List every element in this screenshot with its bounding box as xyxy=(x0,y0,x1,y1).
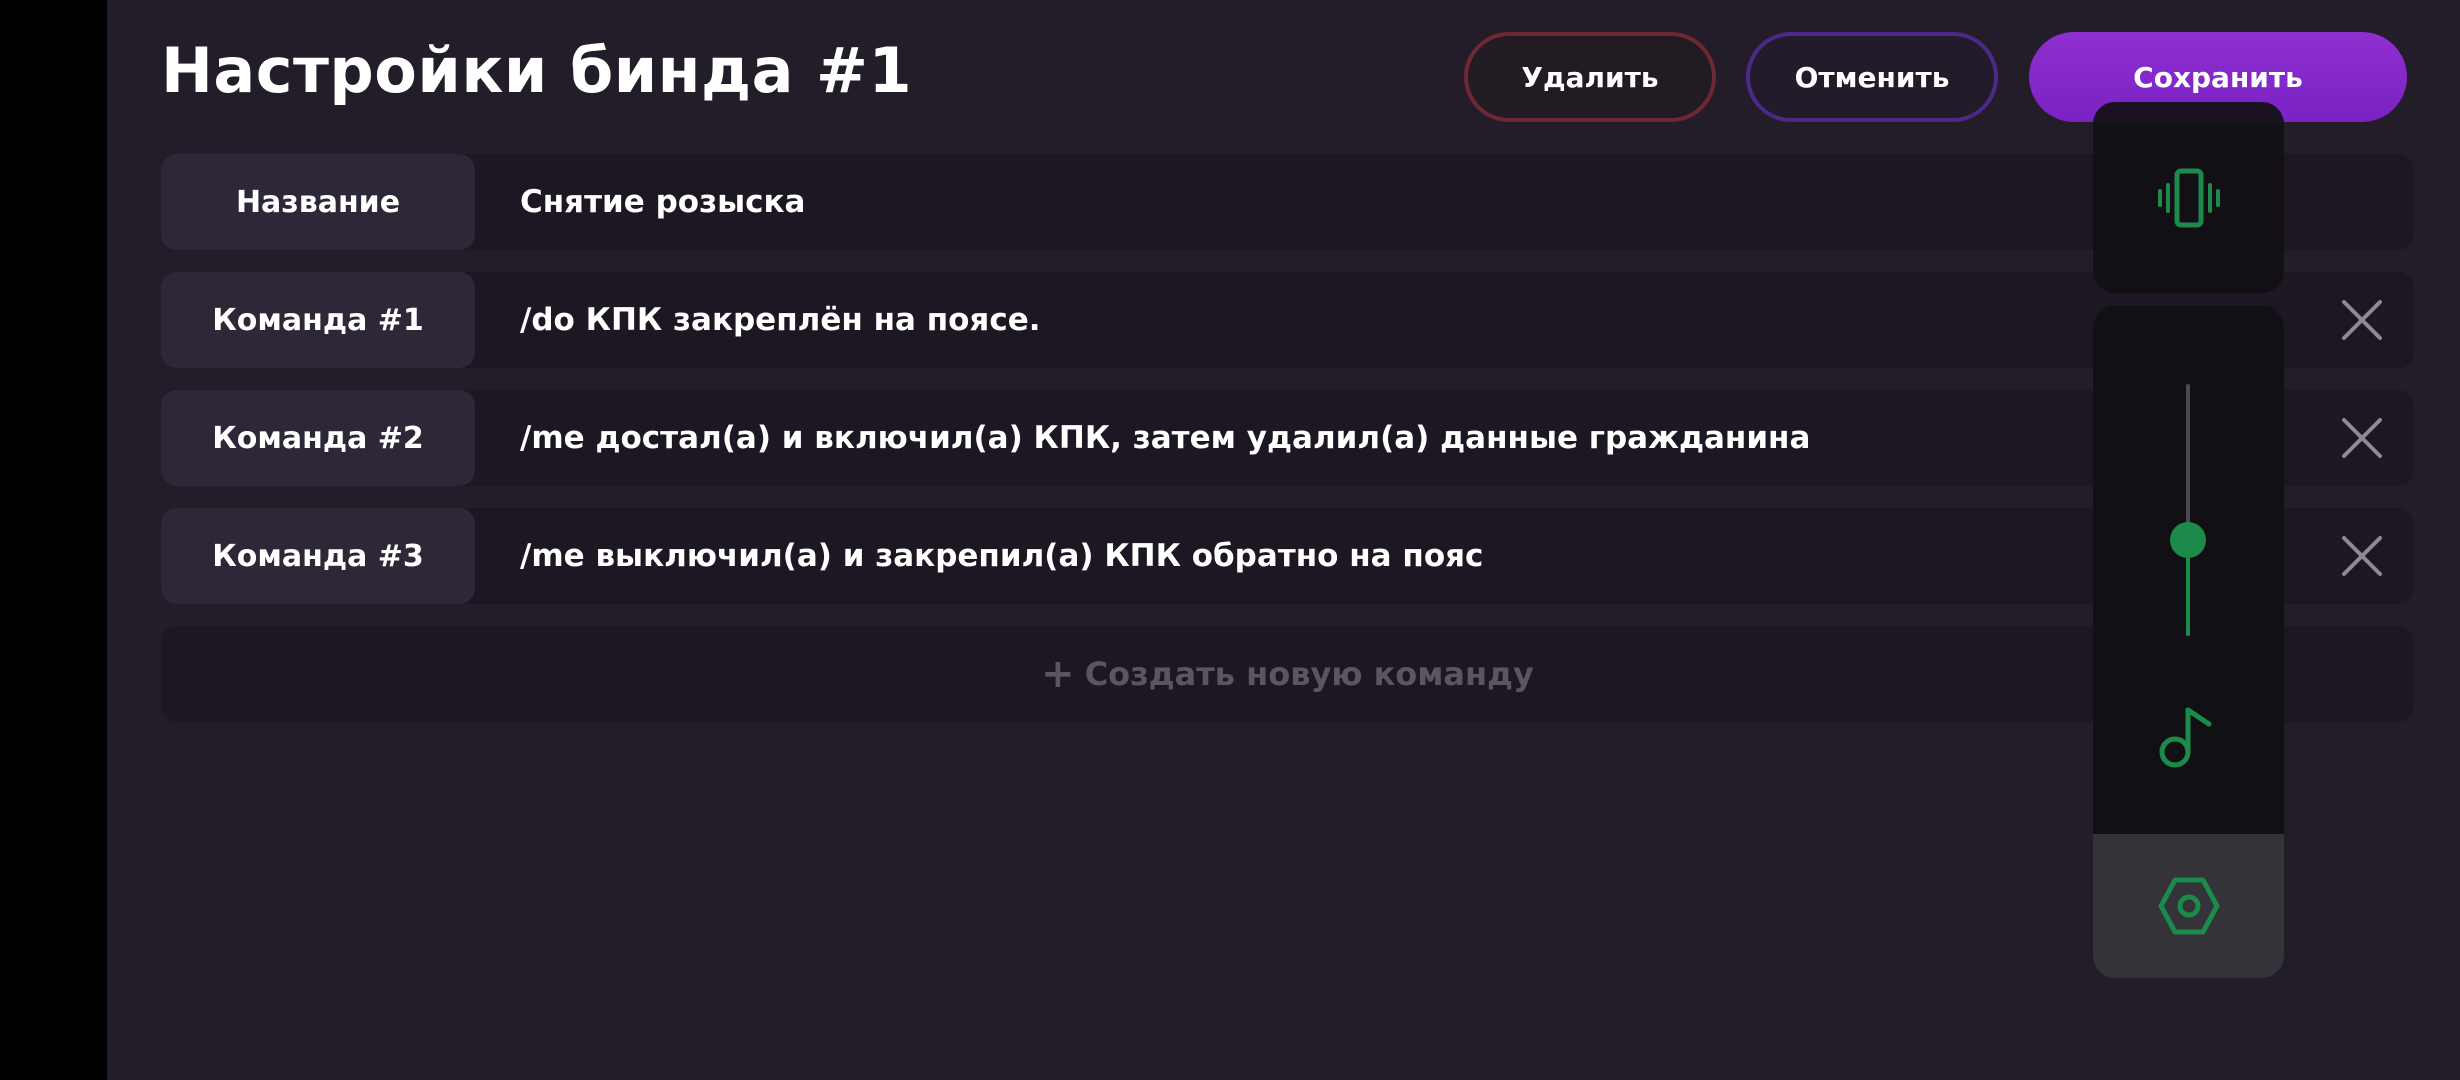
row-label: Команда #3 xyxy=(161,508,475,604)
vibrate-icon xyxy=(2157,168,2220,227)
add-command-button[interactable]: + Создать новую команду xyxy=(161,626,2414,722)
close-icon[interactable] xyxy=(2338,296,2386,344)
command-row: Команда #1 /do КПК закреплён на поясе. xyxy=(161,272,2414,368)
sound-settings-button[interactable] xyxy=(2093,834,2284,978)
left-black-strip xyxy=(0,0,107,1080)
cancel-button[interactable]: Отменить xyxy=(1746,32,1998,122)
row-label: Название xyxy=(161,154,475,250)
volume-slider-thumb[interactable] xyxy=(2170,522,2206,559)
ringer-mode-button[interactable] xyxy=(2093,102,2284,293)
bind-name-input[interactable]: Снятие розыска xyxy=(520,154,805,250)
bind-name-row: Название Снятие розыска xyxy=(161,154,2414,250)
close-icon[interactable] xyxy=(2338,414,2386,462)
add-command-label: Создать новую команду xyxy=(1084,655,1534,693)
close-icon[interactable] xyxy=(2338,532,2386,580)
volume-panel xyxy=(2093,306,2284,978)
screen: Настройки бинда #1 Удалить Отменить Сохр… xyxy=(0,0,2460,1080)
volume-slider[interactable] xyxy=(2170,384,2206,636)
page-title: Настройки бинда #1 xyxy=(161,34,913,107)
row-label: Команда #2 xyxy=(161,390,475,486)
plus-icon: + xyxy=(1041,651,1075,697)
command-input[interactable]: /me выключил(а) и закрепил(а) КПК обратн… xyxy=(520,508,1483,604)
delete-button[interactable]: Удалить xyxy=(1464,32,1716,122)
hex-settings-icon xyxy=(2158,877,2219,935)
command-input[interactable]: /me достал(а) и включил(а) КПК, затем уд… xyxy=(520,390,1810,486)
command-row: Команда #3 /me выключил(а) и закрепил(а)… xyxy=(161,508,2414,604)
command-row: Команда #2 /me достал(а) и включил(а) КП… xyxy=(161,390,2414,486)
music-note-icon xyxy=(2159,707,2212,768)
command-input[interactable]: /do КПК закреплён на поясе. xyxy=(520,272,1041,368)
row-label: Команда #1 xyxy=(161,272,475,368)
